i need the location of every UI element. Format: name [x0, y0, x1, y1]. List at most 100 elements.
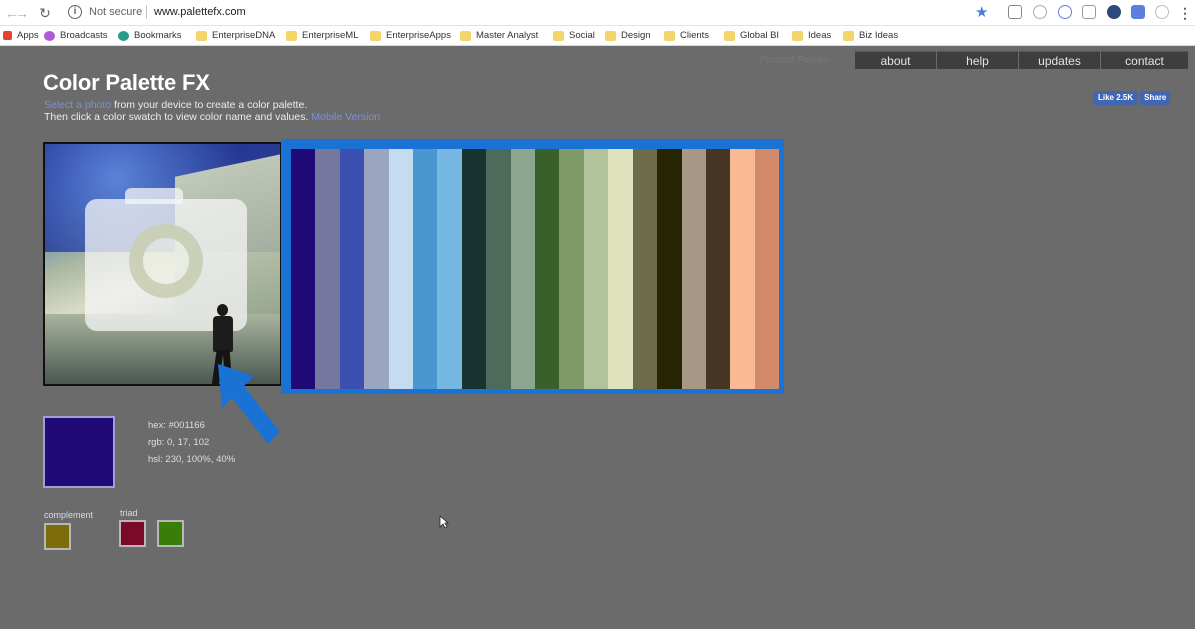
- folder-icon: [196, 30, 207, 41]
- info-icon[interactable]: i: [68, 5, 82, 19]
- palette-swatch[interactable]: [681, 149, 706, 389]
- bookmark-item[interactable]: Biz Ideas: [843, 30, 898, 41]
- bookmark-label: Apps: [17, 30, 39, 41]
- folder-icon: [792, 30, 803, 41]
- facebook-share-button[interactable]: Share: [1140, 91, 1171, 105]
- palette-highlight-frame: [281, 139, 784, 394]
- faded-nav-label: Product Palette: [760, 55, 829, 66]
- bookmark-label: Broadcasts: [60, 30, 108, 41]
- folder-icon: [286, 30, 297, 41]
- rgb-value: rgb: 0, 17, 102: [148, 437, 210, 448]
- intro-line-1-text: from your device to create a color palet…: [111, 99, 308, 111]
- bookmark-label: Ideas: [808, 30, 832, 41]
- extension-icon[interactable]: [1131, 5, 1145, 19]
- palette-swatch[interactable]: [315, 149, 340, 389]
- browser-address-bar: ← → ↻ i Not secure www.palettefx.com ★ ⋮: [0, 0, 1195, 26]
- hex-value: hex: #001166: [148, 420, 205, 431]
- palette-swatch[interactable]: [657, 149, 682, 389]
- nav-about[interactable]: about: [855, 51, 936, 69]
- intro-line-2-text: Then click a color swatch to view color …: [44, 111, 309, 123]
- complement-swatch[interactable]: [44, 523, 71, 550]
- folder-icon: [724, 30, 735, 41]
- palette-swatch[interactable]: [632, 149, 658, 389]
- palette-swatch[interactable]: [705, 149, 731, 389]
- palette-swatch[interactable]: [388, 149, 414, 389]
- mouse-cursor-icon: [439, 515, 449, 529]
- bookmark-item[interactable]: Ideas: [792, 30, 831, 41]
- palette-swatch[interactable]: [461, 149, 487, 389]
- bookmark-item[interactable]: Social: [553, 30, 595, 41]
- bookmark-item[interactable]: Apps: [3, 30, 39, 41]
- bookmark-item[interactable]: EnterpriseDNA: [196, 30, 275, 41]
- bookmark-item[interactable]: Master Analyst: [460, 30, 538, 41]
- camera-lens-icon: [129, 224, 203, 298]
- star-icon: [118, 30, 129, 41]
- bookmark-label: Social: [569, 30, 595, 41]
- bookmark-label: Master Analyst: [476, 30, 539, 41]
- complement-label: complement: [44, 510, 94, 520]
- annotation-arrow-icon: [218, 364, 280, 444]
- palette-swatch[interactable]: [583, 149, 609, 389]
- palette-swatch[interactable]: [413, 149, 438, 389]
- extension-icon[interactable]: [1082, 5, 1096, 19]
- bookmark-label: Bookmarks: [134, 30, 182, 41]
- nav-help[interactable]: help: [937, 51, 1018, 69]
- forward-icon[interactable]: →: [13, 4, 31, 22]
- folder-icon: [664, 30, 675, 41]
- nav-updates[interactable]: updates: [1019, 51, 1100, 69]
- intro-line-2: Then click a color swatch to view color …: [44, 111, 380, 123]
- security-status[interactable]: Not secure: [89, 6, 142, 18]
- facebook-like-button[interactable]: Like 2.5K: [1093, 91, 1139, 105]
- folder-icon: [605, 30, 616, 41]
- bookmark-item[interactable]: Design: [605, 30, 651, 41]
- palette-swatch[interactable]: [535, 149, 560, 389]
- extension-icon[interactable]: [1107, 5, 1121, 19]
- bookmark-label: EnterpriseDNA: [212, 30, 276, 41]
- palette-swatch[interactable]: [364, 149, 389, 389]
- palette-swatch[interactable]: [291, 149, 316, 389]
- extension-icon[interactable]: [1033, 5, 1047, 19]
- select-photo-link[interactable]: Select a photo: [44, 99, 111, 111]
- bookmark-label: Global BI: [740, 30, 780, 41]
- folder-icon: [843, 30, 854, 41]
- palette-swatch[interactable]: [730, 149, 755, 389]
- bookmarks-bar: Apps Broadcasts Bookmarks EnterpriseDNA Ente…: [0, 26, 1195, 46]
- bookmark-item[interactable]: EnterpriseML: [286, 30, 359, 41]
- palette-swatch[interactable]: [608, 149, 633, 389]
- url-field[interactable]: www.palettefx.com: [154, 6, 246, 18]
- facebook-buttons: Like 2.5K Share: [1093, 91, 1171, 105]
- bookmark-label: Biz Ideas: [859, 30, 899, 41]
- podcast-icon: [44, 30, 55, 41]
- bookmark-star-icon[interactable]: ★: [975, 3, 988, 21]
- site-nav: about help updates contact: [855, 51, 1189, 69]
- bookmark-item[interactable]: Bookmarks: [118, 30, 182, 41]
- page-title: Color Palette FX: [43, 70, 210, 95]
- bookmark-label: EnterpriseML: [302, 30, 359, 41]
- mobile-version-link[interactable]: Mobile Version: [311, 111, 380, 123]
- triad-swatch[interactable]: [157, 520, 184, 547]
- extension-icon[interactable]: [1058, 5, 1072, 19]
- folder-icon: [460, 30, 471, 41]
- extension-icon[interactable]: [1155, 5, 1169, 19]
- palette-swatch[interactable]: [437, 149, 462, 389]
- bookmark-item[interactable]: Broadcasts: [44, 30, 108, 41]
- nav-contact[interactable]: contact: [1101, 51, 1188, 69]
- palette-swatch[interactable]: [510, 149, 536, 389]
- bookmark-item[interactable]: Clients: [664, 30, 709, 41]
- hsl-value: hsl: 230, 100%, 40%: [148, 454, 236, 465]
- palette-swatch[interactable]: [339, 149, 365, 389]
- palette-swatch[interactable]: [486, 149, 511, 389]
- menu-icon[interactable]: ⋮: [1176, 4, 1194, 22]
- triad-swatch[interactable]: [119, 520, 146, 547]
- palette-swatch[interactable]: [559, 149, 584, 389]
- reload-icon[interactable]: ↻: [36, 4, 54, 22]
- bookmark-item[interactable]: EnterpriseApps: [370, 30, 451, 41]
- folder-icon: [553, 30, 564, 41]
- photo-upload-area[interactable]: [43, 142, 282, 386]
- color-palette: [291, 149, 780, 389]
- bookmark-label: EnterpriseApps: [386, 30, 451, 41]
- bookmark-item[interactable]: Global BI: [724, 30, 779, 41]
- extension-icon[interactable]: [1008, 5, 1022, 19]
- palette-swatch[interactable]: [754, 149, 780, 389]
- apps-icon: [3, 31, 12, 40]
